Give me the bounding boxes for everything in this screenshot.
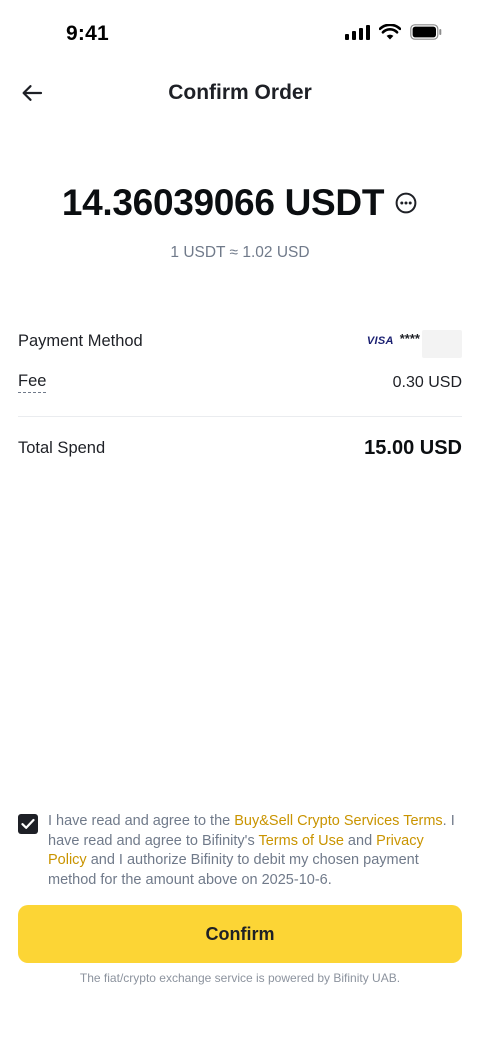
total-spend-value: 15.00 USD	[364, 437, 462, 459]
card-number-redacted	[422, 330, 462, 358]
battery-icon	[410, 24, 442, 40]
payment-method-value[interactable]: VISA ****	[367, 324, 462, 358]
cellular-signal-icon	[345, 24, 370, 40]
visa-card-icon: VISA	[366, 335, 394, 347]
more-horizontal-icon	[395, 192, 417, 214]
card-number-masked: ****	[399, 330, 420, 346]
payment-method-row: Payment Method VISA ****	[18, 324, 462, 358]
agreement-checkbox[interactable]	[18, 814, 38, 834]
order-amount-row: 14.36039066 USDT	[0, 182, 480, 224]
total-spend-row: Total Spend 15.00 USD	[18, 437, 462, 460]
divider	[18, 416, 462, 417]
status-time: 9:41	[66, 22, 109, 45]
status-bar: 9:41	[0, 0, 480, 70]
agreement-section: I have read and agree to the Buy&Sell Cr…	[18, 812, 464, 890]
agreement-text-1: I have read and agree to the	[48, 813, 235, 829]
order-amount: 14.36039066 USDT	[61, 182, 385, 223]
terms-of-use-link[interactable]: Terms of Use	[258, 833, 343, 849]
confirm-button[interactable]: Confirm	[18, 905, 462, 963]
agreement-text: I have read and agree to the Buy&Sell Cr…	[48, 812, 464, 890]
payment-method-label: Payment Method	[18, 331, 143, 350]
checkmark-icon	[21, 818, 35, 829]
total-spend-label: Total Spend	[18, 439, 106, 457]
fee-label[interactable]: Fee	[18, 372, 47, 393]
status-icons	[345, 24, 442, 40]
fee-row: Fee 0.30 USD	[18, 372, 462, 393]
nav-bar: Confirm Order	[0, 70, 480, 116]
footer-note: The fiat/crypto exchange service is powe…	[79, 971, 401, 985]
wifi-icon	[379, 24, 401, 40]
agreement-text-4: and I authorize Bifinity to debit my cho…	[48, 852, 419, 888]
more-options-button[interactable]	[394, 191, 418, 215]
exchange-rate: 1 USDT ≈ 1.02 USD	[170, 244, 310, 261]
agreement-text-3: and	[343, 832, 377, 849]
fee-value: 0.30 USD	[392, 373, 462, 391]
buy-sell-terms-link[interactable]: Buy&Sell Crypto Services Terms	[234, 813, 442, 829]
page-title: Confirm Order	[168, 81, 312, 104]
